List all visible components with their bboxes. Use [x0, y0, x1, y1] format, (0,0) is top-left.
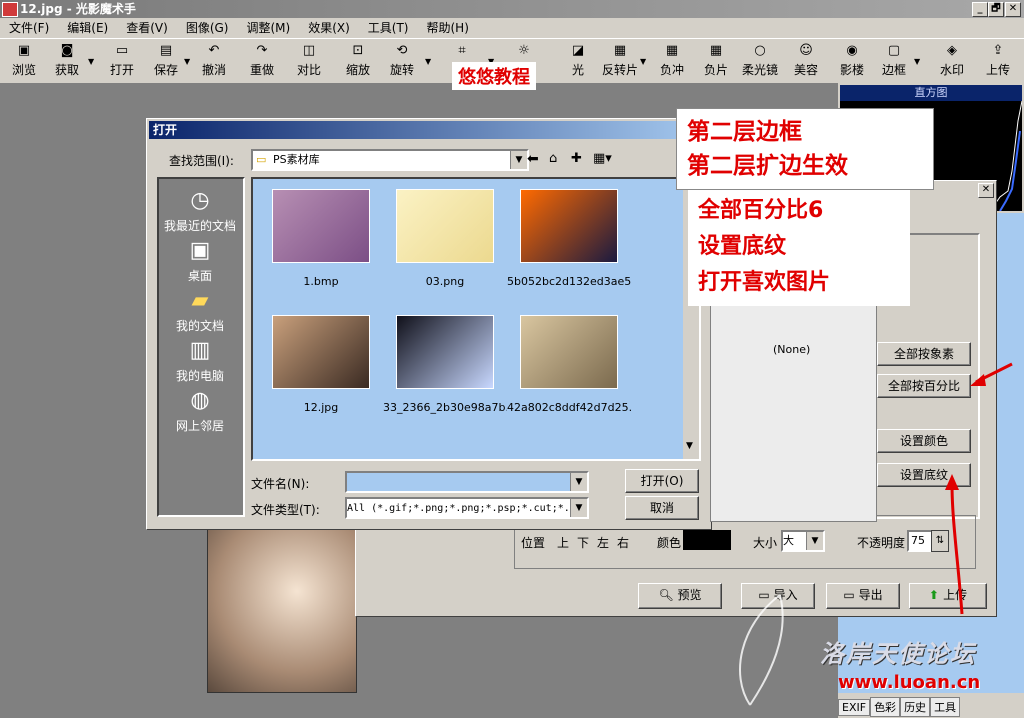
annotation-arrows: [945, 362, 1013, 615]
url-watermark: www.luoan.cn: [838, 672, 981, 693]
arrow-head: [970, 374, 986, 386]
arrow-line: [950, 483, 964, 615]
forum-watermark: 洛岸天使论坛: [820, 640, 976, 668]
arrow-head: [945, 474, 959, 490]
